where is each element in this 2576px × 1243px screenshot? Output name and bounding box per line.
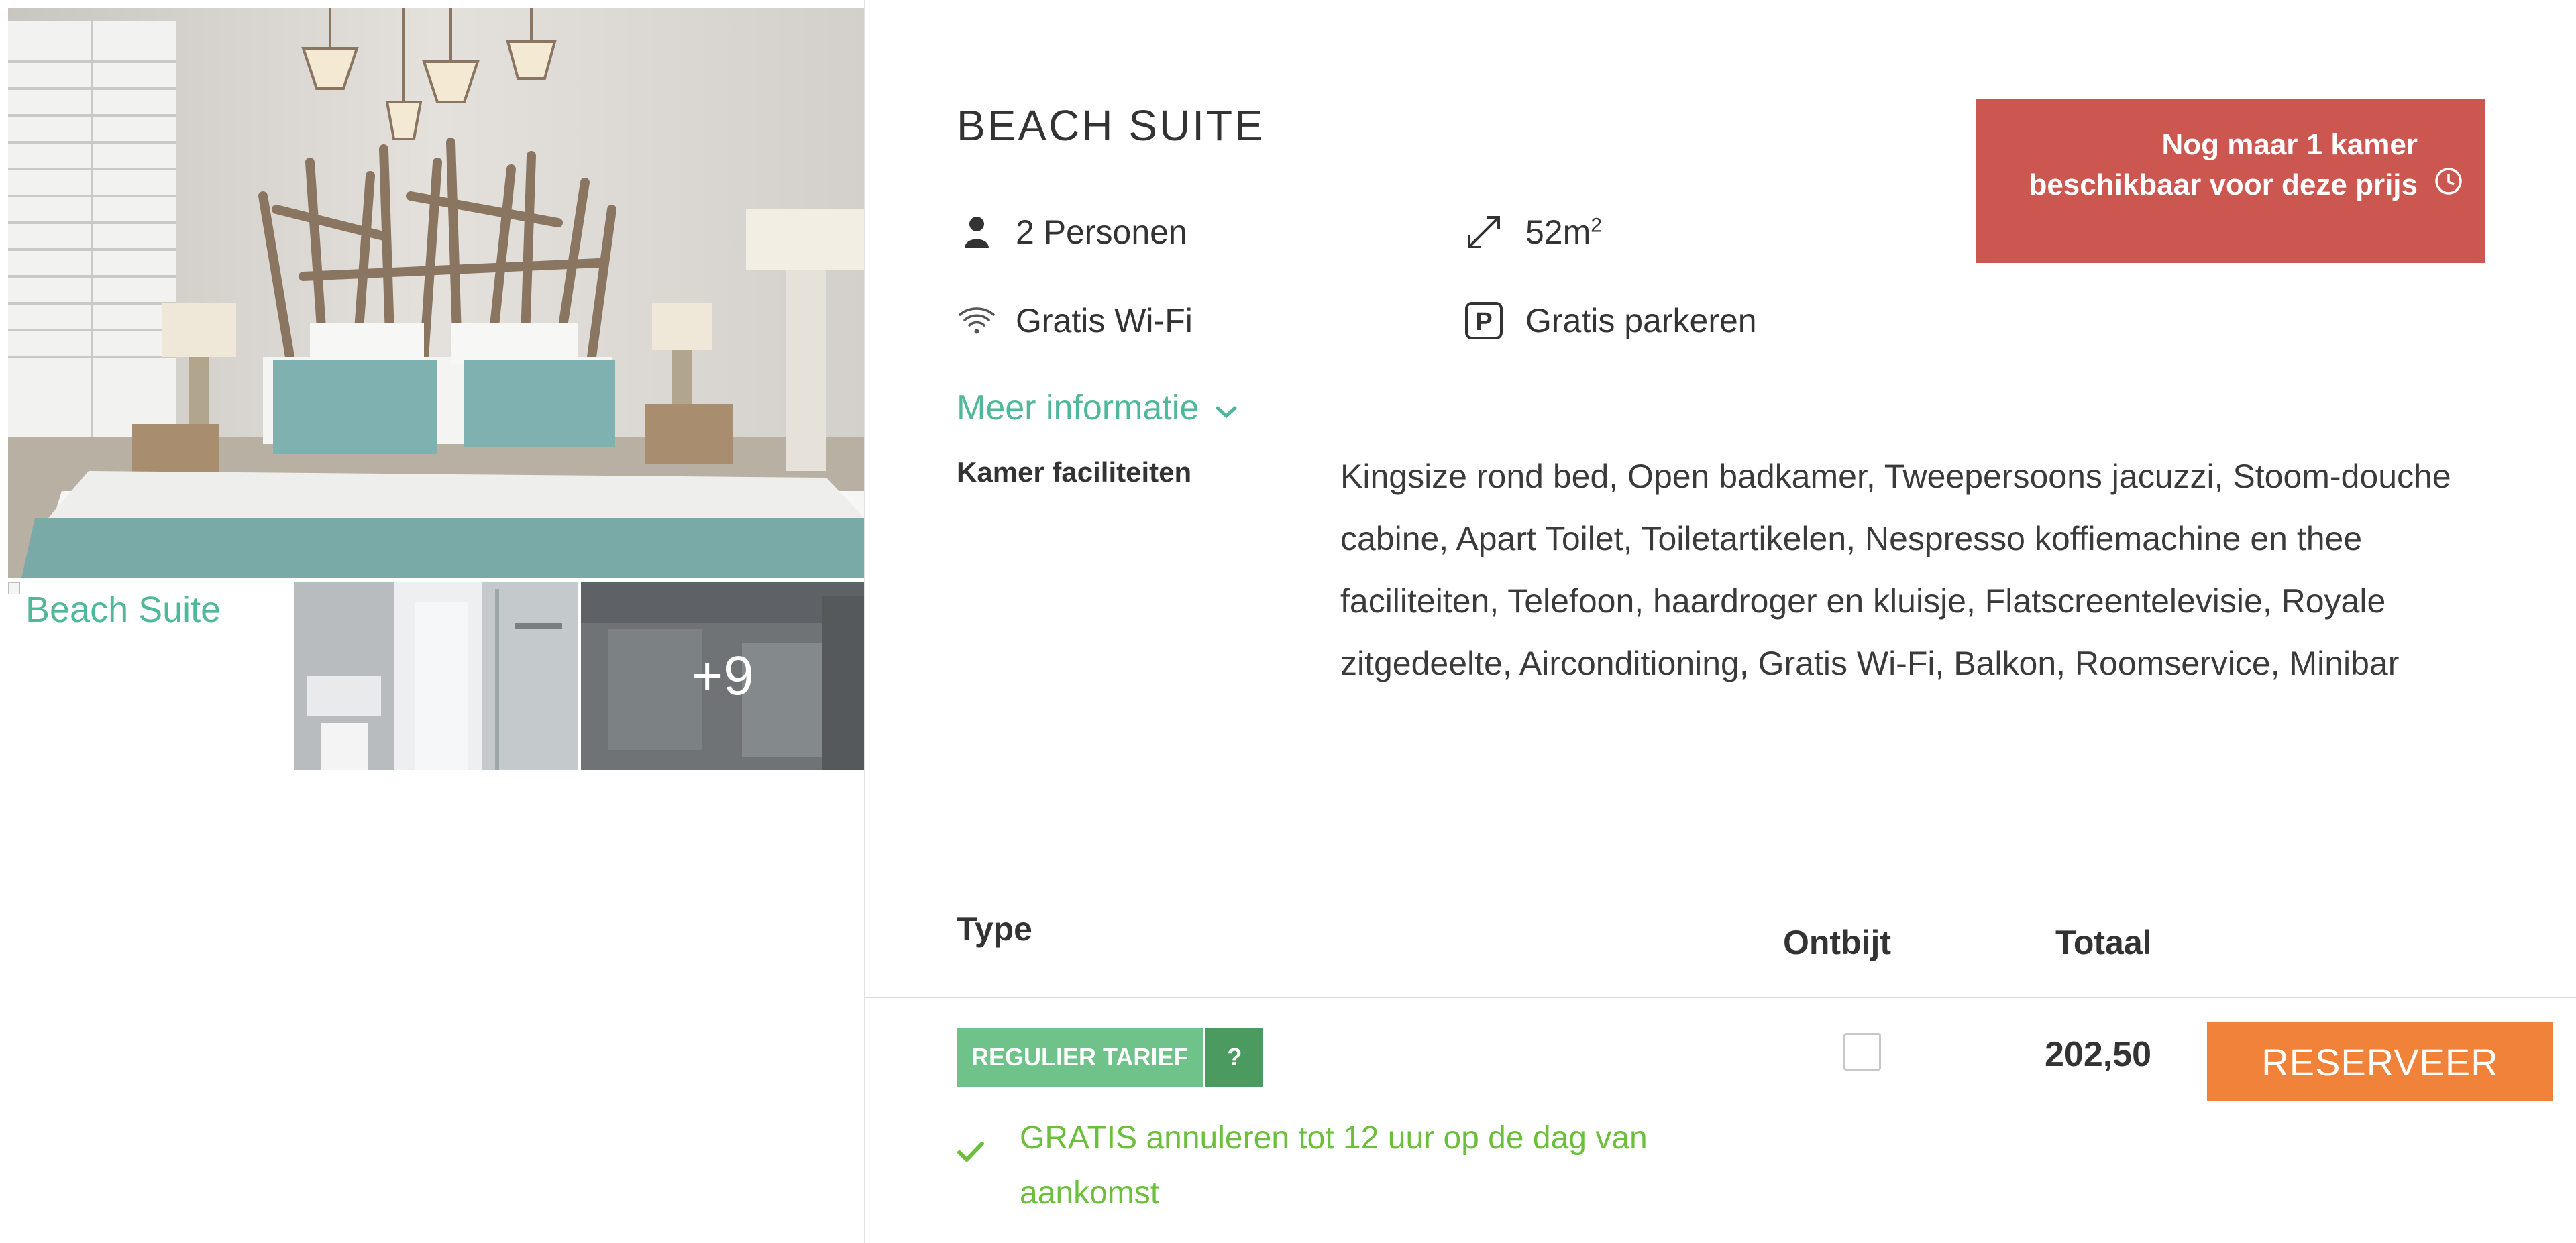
thumbnail-more-photos[interactable]: +9 [581, 582, 864, 770]
room-title: BEACH SUITE [957, 101, 1265, 150]
more-info-link[interactable]: Meer informatie [957, 388, 1238, 428]
svg-text:P: P [1475, 308, 1492, 336]
feature-size: 52m2 [1462, 211, 1602, 254]
parking-label: Gratis parkeren [1525, 302, 1757, 339]
clock-icon [2434, 166, 2463, 207]
availability-text: Nog maar 1 kamer beschikbaar voor deze p… [2029, 128, 2418, 201]
wifi-label: Gratis Wi-Fi [1016, 302, 1193, 339]
total-price: 202,50 [2045, 1035, 2152, 1074]
cancellation-policy: GRATIS annuleren tot 12 uur op de dag va… [957, 1111, 1708, 1221]
checkmark-icon [957, 1111, 1020, 1221]
cancellation-text: GRATIS annuleren tot 12 uur op de dag va… [1020, 1120, 1648, 1211]
feature-persons: 2 Personen [955, 211, 1187, 254]
rate-name: REGULIER TARIEF [957, 1028, 1203, 1087]
table-divider [865, 997, 2576, 998]
column-header-type: Type [957, 910, 1032, 948]
thumbnail-bathroom[interactable] [294, 582, 578, 770]
wifi-icon [955, 299, 998, 342]
room-photo-illustration [8, 8, 864, 578]
room-size-label: 52m2 [1525, 213, 1602, 252]
availability-badge: Nog maar 1 kamer beschikbaar voor deze p… [1976, 99, 2485, 263]
breakfast-checkbox[interactable] [1843, 1033, 1881, 1071]
broken-image-icon [8, 582, 20, 594]
room-size-value: 52m [1525, 213, 1591, 251]
person-icon [955, 211, 998, 254]
persons-label: 2 Personen [1016, 213, 1187, 251]
thumbnail-broken[interactable]: Beach Suite [8, 582, 290, 770]
rate-help-button[interactable]: ? [1205, 1028, 1264, 1087]
feature-wifi: Gratis Wi-Fi [955, 299, 1193, 342]
room-card: Beach Suite +9 BEACH SUITE 2 Personen 52… [0, 0, 2576, 1243]
broken-image-alt-text: Beach Suite [25, 590, 221, 630]
chevron-down-icon [1215, 388, 1238, 428]
parking-icon: P [1462, 299, 1505, 342]
bathroom-photo-illustration [294, 582, 578, 770]
column-header-totaal: Totaal [2055, 924, 2152, 961]
more-photos-count: +9 [691, 645, 754, 706]
expand-arrows-icon [1462, 211, 1505, 254]
more-info-label: Meer informatie [957, 388, 1199, 427]
column-header-ontbijt: Ontbijt [1783, 924, 1892, 961]
room-gallery: Beach Suite +9 [0, 0, 865, 1243]
room-size-superscript: 2 [1591, 214, 1602, 237]
facilities-text: Kingsize rond bed, Open badkamer, Tweepe… [1340, 457, 2451, 682]
main-room-photo[interactable] [8, 8, 864, 578]
feature-parking: P Gratis parkeren [1462, 299, 1757, 342]
facilities-label: Kamer faciliteiten [957, 456, 1192, 488]
rate-tag: REGULIER TARIEF ? [957, 1028, 1264, 1087]
reserve-button[interactable]: RESERVEER [2207, 1022, 2553, 1101]
